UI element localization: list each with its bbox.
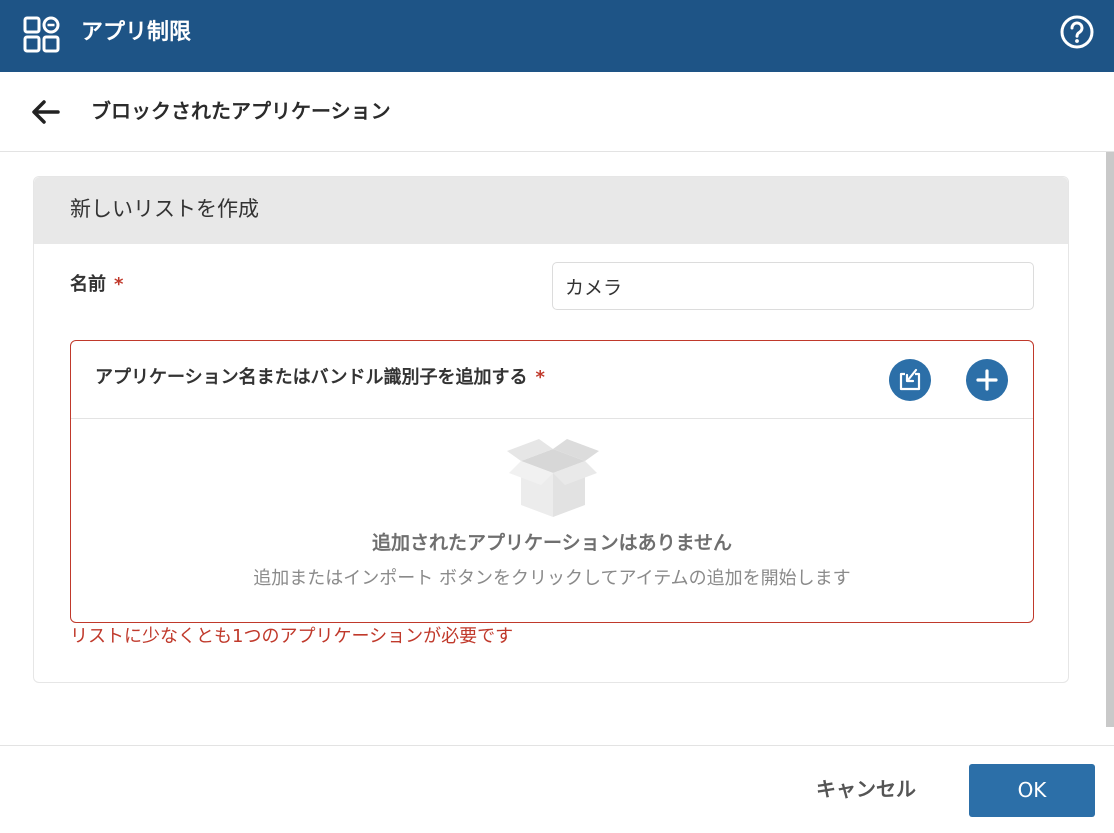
app-header: アプリ制限 bbox=[0, 0, 1114, 72]
page-header: ブロックされたアプリケーション bbox=[0, 72, 1114, 152]
apps-header: アプリケーション名またはバンドル識別子を追加する * bbox=[71, 341, 1033, 419]
validation-error: リストに少なくとも1つのアプリケーションが必要です bbox=[70, 626, 514, 647]
help-circle-icon[interactable] bbox=[1059, 14, 1095, 50]
app-title: アプリ制限 bbox=[81, 20, 192, 45]
add-button[interactable] bbox=[966, 359, 1008, 401]
ok-button[interactable]: OK bbox=[969, 764, 1095, 817]
scrollbar[interactable] bbox=[1106, 152, 1114, 727]
plus-icon bbox=[976, 369, 998, 391]
empty-state-description: 追加またはインポート ボタンをクリックしてアイテムの追加を開始します bbox=[253, 568, 851, 589]
apps-box: アプリケーション名またはバンドル識別子を追加する * 追加されたアプリケーション… bbox=[70, 340, 1034, 623]
empty-box-icon bbox=[507, 439, 599, 517]
empty-state-title: 追加されたアプリケーションはありません bbox=[371, 532, 733, 554]
required-marker: * bbox=[114, 274, 124, 295]
required-marker: * bbox=[535, 367, 545, 388]
create-list-card: 新しいリストを作成 名前 * アプリケーション名またはバンドル識別子を追加する * bbox=[33, 176, 1069, 683]
name-label: 名前 * bbox=[70, 272, 123, 298]
cancel-button[interactable]: キャンセル bbox=[796, 764, 936, 814]
import-icon bbox=[899, 368, 921, 391]
arrow-left-icon[interactable] bbox=[30, 98, 62, 126]
card-title: 新しいリストを作成 bbox=[70, 197, 259, 221]
apps-grid-icon bbox=[23, 16, 60, 53]
name-input[interactable] bbox=[552, 262, 1034, 310]
apps-title: アプリケーション名またはバンドル識別子を追加する * bbox=[95, 365, 545, 391]
apps-title-text: アプリケーション名またはバンドル識別子を追加する bbox=[95, 367, 528, 388]
dialog-footer: キャンセル OK bbox=[0, 745, 1114, 833]
import-button[interactable] bbox=[889, 359, 931, 401]
name-label-text: 名前 bbox=[70, 274, 106, 295]
page-title: ブロックされたアプリケーション bbox=[91, 99, 391, 123]
card-header: 新しいリストを作成 bbox=[34, 177, 1068, 244]
